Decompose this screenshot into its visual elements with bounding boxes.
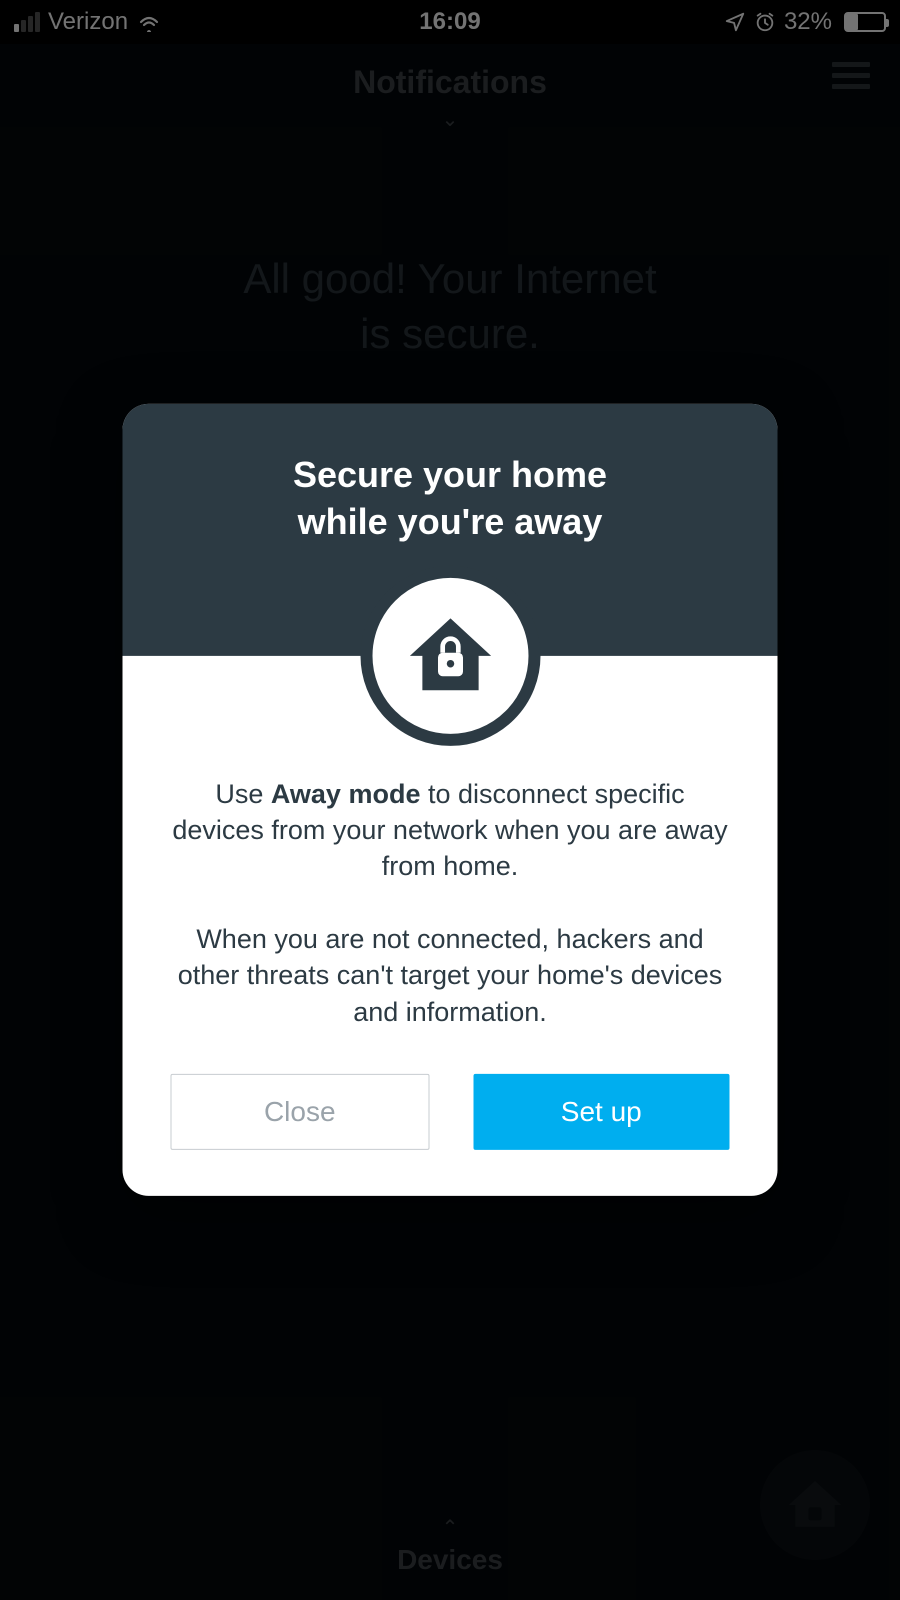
setup-button[interactable]: Set up	[473, 1074, 730, 1150]
modal-title-line1: Secure your home	[153, 452, 748, 499]
away-mode-modal: Secure your home while you're away Use A…	[123, 404, 778, 1196]
modal-header: Secure your home while you're away	[123, 404, 778, 656]
modal-paragraph-2: When you are not connected, hackers and …	[167, 921, 734, 1030]
home-lock-hero-icon	[360, 565, 540, 745]
close-button[interactable]: Close	[171, 1074, 430, 1150]
modal-paragraph-1: Use Away mode to disconnect specific dev…	[167, 775, 734, 884]
modal-title-line2: while you're away	[153, 499, 748, 546]
modal-actions: Close Set up	[167, 1074, 734, 1156]
